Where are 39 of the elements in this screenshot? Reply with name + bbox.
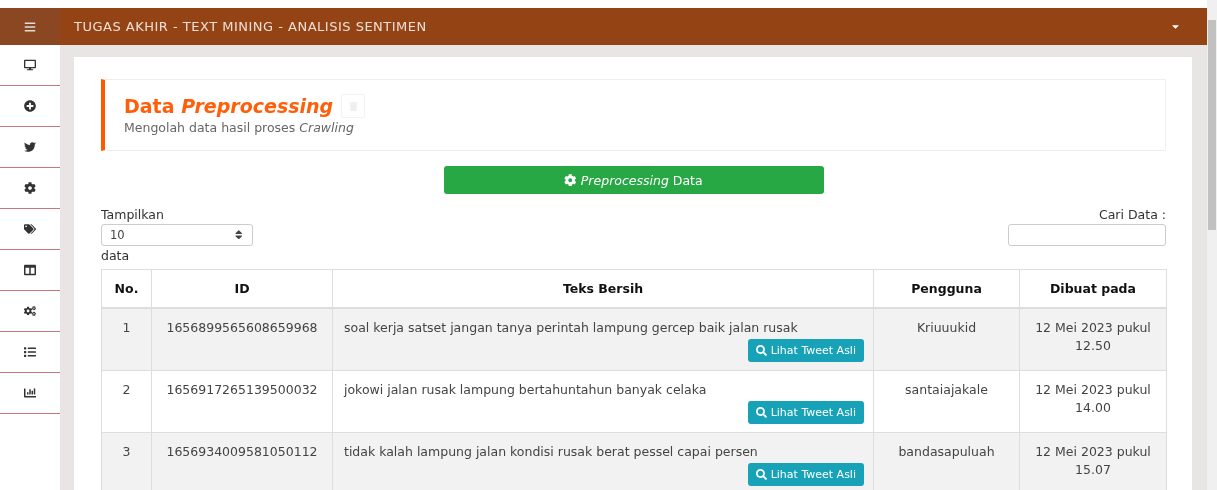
gears-icon [24,305,36,317]
table-cell: 1656899565608659968 [151,308,333,371]
bar-chart-icon [24,387,36,399]
table-cell: 1 [101,308,152,371]
table-cell: 2 [101,370,152,433]
table-cell: 12 Mei 2023 pukul 14.00 [1019,370,1167,433]
menu-button[interactable] [0,8,60,45]
search-label: Cari Data : [1099,207,1166,222]
tweet-text: soal kerja satset jangan tanya perintah lampung gercep baik jalan rusak [344,319,799,337]
view-tweet-button[interactable]: Lihat Tweet Asli [747,339,864,362]
monitor-icon [24,59,36,71]
scrollbar[interactable] [1207,0,1217,490]
table-cell: 1656917265139500032 [151,370,333,433]
table-cell: Kriuuukid [873,308,1020,371]
menu-icon [24,20,36,33]
search-field[interactable] [1008,224,1166,246]
page-title: Data Preprocessing [124,95,334,117]
tags-icon [24,223,36,235]
tweet-text: tidak kalah lampung jalan kondisi rusak berat pessel capai persen [344,443,759,461]
table-cell: 12 Mei 2023 pukul 12.50 [1019,308,1167,371]
view-tweet-button[interactable]: Lihat Tweet Asli [747,463,864,486]
show-label: Tampilkan [101,207,165,222]
page-size-select[interactable]: 10 [101,224,253,246]
search-icon [755,345,767,356]
gear-icon [24,182,36,194]
columns-icon [24,264,36,276]
app-title: TUGAS AKHIR - TEXT MINING - ANALISIS SENTIMEN [74,19,428,34]
list-icon [24,346,36,358]
tweet-text: jokowi jalan rusak lampung bertahuntahun banyak celaka [344,381,708,399]
search-icon [755,469,767,480]
view-tweet-button[interactable]: Lihat Tweet Asli [747,401,864,424]
gear-icon [564,173,577,187]
page-subtitle: Mengolah data hasil proses Crawling [124,120,354,135]
bird-icon [24,141,36,153]
preprocessing-button[interactable]: Preprocessing Data [443,166,824,194]
search-icon [755,407,767,418]
table-cell: santaiajakale [873,370,1020,433]
data-label: data [101,248,131,263]
table-cell: 3 [101,432,152,490]
